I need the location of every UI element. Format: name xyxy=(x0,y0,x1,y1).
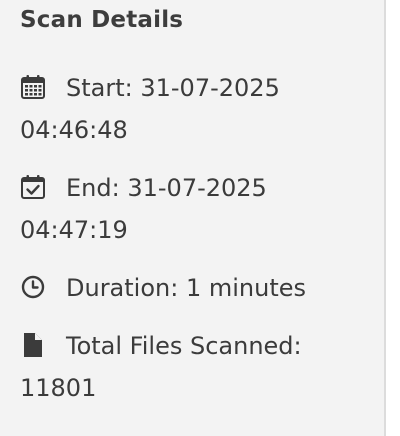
scan-start-label: Start: xyxy=(66,74,133,102)
scan-start-item: Start: 31-07-2025 04:46:48 xyxy=(20,67,370,151)
total-files-value: 11801 xyxy=(20,374,97,402)
scan-duration-item: Duration: 1 minutes xyxy=(20,267,370,309)
total-files-item: Total Files Scanned: 11801 xyxy=(20,325,370,409)
file-icon xyxy=(20,332,46,358)
panel-title: Scan Details xyxy=(20,7,184,33)
calendar-check-icon xyxy=(20,174,46,200)
scan-details-panel: Scan Details Start: 31-07-2025 04:46:48 xyxy=(0,0,386,436)
scan-duration-label: Duration: xyxy=(66,274,179,302)
scan-end-item: End: 31-07-2025 04:47:19 xyxy=(20,167,370,251)
scan-duration-value: 1 minutes xyxy=(185,274,307,302)
scan-end-value: 31-07-2025 04:47:19 xyxy=(20,174,267,244)
calendar-icon xyxy=(20,74,46,100)
clock-icon xyxy=(20,274,46,300)
scan-end-label: End: xyxy=(66,174,120,202)
total-files-label: Total Files Scanned: xyxy=(66,332,302,360)
scan-start-value: 31-07-2025 04:46:48 xyxy=(20,74,280,144)
